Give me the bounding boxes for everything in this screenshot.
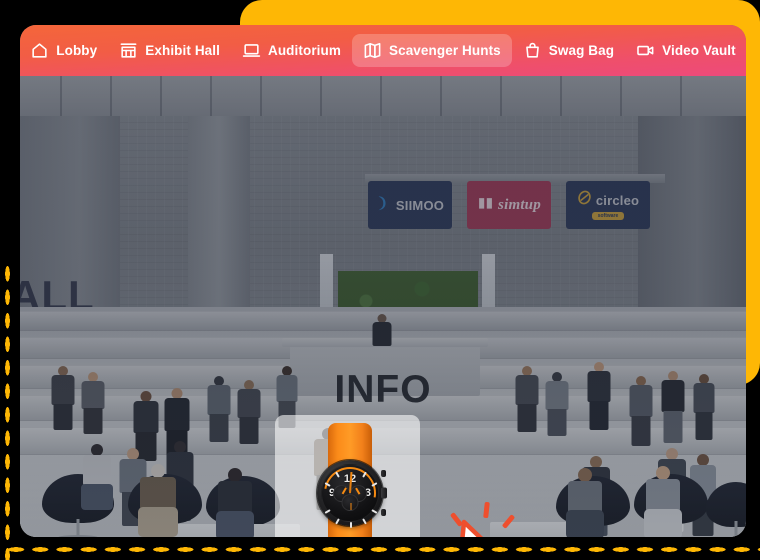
nav-item-swag-bag[interactable]: Swag Bag [512, 34, 625, 67]
person-presenter [372, 314, 392, 348]
info-desk-sign: INFO [334, 368, 432, 411]
nav-label-scavenger-hunts: Scavenger Hunts [388, 42, 501, 58]
video-camera-icon [636, 41, 655, 60]
shopping-bag-icon [523, 41, 542, 60]
scavenger-hunt-item-watch[interactable]: 12 3 9 [310, 423, 390, 537]
nav-label-auditorium: Auditorium [267, 42, 341, 58]
sponsor-name-circleo: circleo [595, 192, 640, 208]
nav-item-scavenger-hunts[interactable]: Scavenger Hunts [351, 34, 512, 67]
watch-pusher-top [381, 470, 386, 477]
person-seated [136, 464, 180, 537]
open-book-icon [477, 195, 494, 216]
person-seated [564, 468, 606, 537]
booth-icon [119, 41, 138, 60]
watch-crown [381, 487, 387, 499]
nav-item-auditorium[interactable]: Auditorium [231, 34, 352, 67]
nav-label-lobby: Lobby [56, 42, 98, 58]
laptop-icon [242, 41, 261, 60]
nav-item-exhibit-hall[interactable]: Exhibit Hall [108, 34, 231, 67]
sponsor-tagline-circleo: software [591, 212, 625, 220]
click-cursor-indicator [418, 500, 516, 537]
main-navigation: Lobby Exhibit Hall Auditorium Scavenger … [20, 25, 746, 76]
nav-label-video-vault: Video Vault [662, 42, 736, 58]
lounge-chair [706, 482, 746, 537]
watch-bezel: 12 3 9 [313, 456, 387, 530]
watch-case: 12 3 9 [313, 456, 387, 530]
nav-item-lobby[interactable]: Lobby [20, 34, 108, 67]
dotted-accent-left [4, 262, 11, 560]
dotted-accent-bottom [4, 546, 760, 553]
nav-item-video-vault[interactable]: Video Vault [625, 34, 746, 67]
sponsor-banner-siimoo[interactable]: SIIMOO [368, 181, 452, 229]
person-seated [642, 466, 684, 537]
nav-label-exhibit-hall: Exhibit Hall [145, 42, 220, 58]
circle-slash-icon [577, 190, 592, 210]
person-seated [80, 444, 114, 520]
watch-pusher-bottom [381, 509, 386, 516]
virtual-venue-scene[interactable]: ALL SIIMOO simtup circleo software INFO … [20, 76, 746, 537]
event-platform-card: Lobby Exhibit Hall Auditorium Scavenger … [20, 25, 746, 537]
mouse-pointer-icon [460, 519, 484, 537]
siimoo-mark-icon [376, 194, 392, 216]
screenshot-root: Lobby Exhibit Hall Auditorium Scavenger … [0, 0, 760, 560]
sponsor-banner-circleo[interactable]: circleo software [566, 181, 650, 229]
home-icon [30, 41, 49, 60]
map-icon [363, 41, 382, 60]
nav-label-swag-bag: Swag Bag [548, 42, 615, 58]
sponsor-banner-simtup[interactable]: simtup [467, 181, 551, 229]
sponsor-name-simtup: simtup [498, 196, 541, 213]
watch-subdial-bottom [341, 494, 359, 511]
sponsor-name-siimoo: SIIMOO [395, 197, 445, 213]
person-seated [214, 468, 256, 537]
